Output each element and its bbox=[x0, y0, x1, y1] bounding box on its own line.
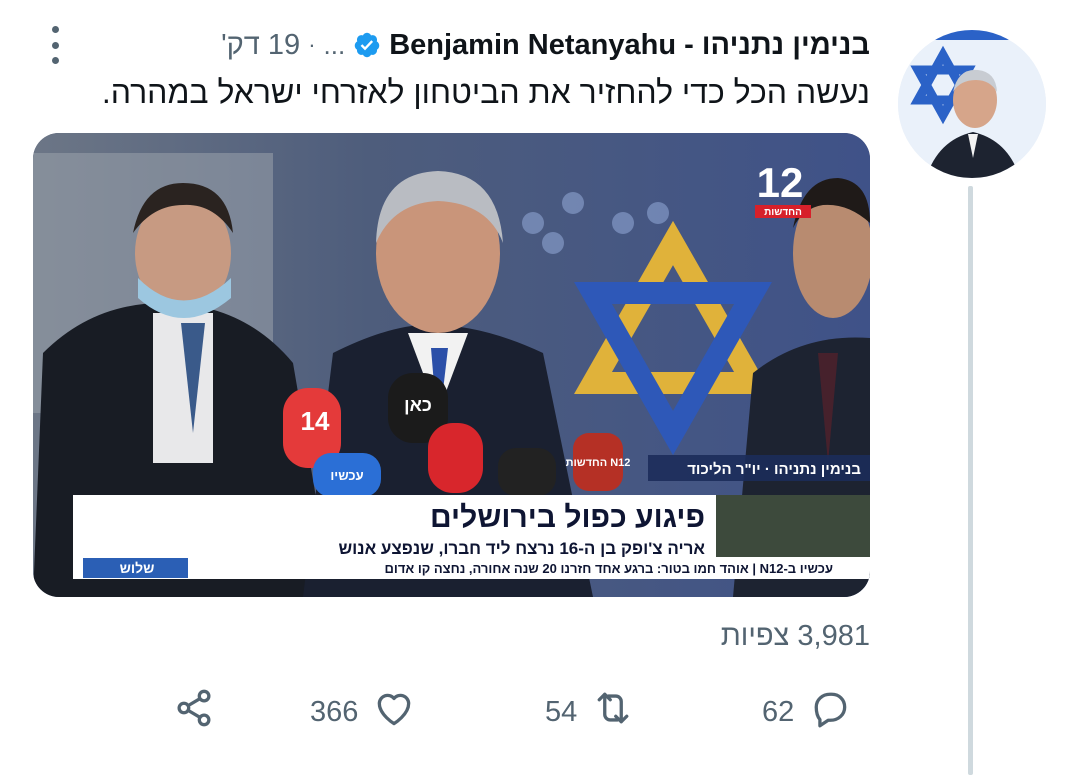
speaker-caption: בנימין נתניהו · יו"ר הליכוד bbox=[687, 461, 861, 478]
share-icon bbox=[172, 686, 216, 738]
channel-logo-sub: החדשות bbox=[764, 207, 802, 218]
video-subheadline: אריה צ'ופק בן ה-16 נרצח ליד חברו, שנפצע … bbox=[338, 539, 705, 558]
view-count: 3,981 צפיות bbox=[720, 620, 870, 652]
reply-count: 62 bbox=[762, 695, 795, 728]
mic-label-n12: N12 החדשות bbox=[566, 457, 631, 469]
more-icon[interactable] bbox=[40, 26, 70, 64]
retweet-button[interactable]: 54 bbox=[545, 688, 635, 736]
like-count: 366 bbox=[310, 695, 359, 728]
retweet-icon bbox=[591, 686, 635, 738]
share-button[interactable] bbox=[172, 688, 216, 736]
retweet-count: 54 bbox=[545, 695, 578, 728]
video-headline: פיגוע כפול בירושלים bbox=[430, 501, 705, 534]
reply-icon bbox=[808, 686, 852, 738]
thread-line bbox=[968, 186, 973, 775]
channel-logo-number: 12 bbox=[757, 159, 804, 206]
header-separator: · bbox=[308, 32, 316, 57]
mic-label-14: 14 bbox=[301, 406, 330, 436]
author-avatar[interactable] bbox=[898, 30, 1046, 178]
mic-label-now: עכשיו bbox=[330, 468, 363, 483]
tweet-timestamp[interactable]: 19 דק' bbox=[221, 29, 300, 62]
corner-logo: שלוש bbox=[120, 560, 155, 576]
video-player[interactable]: 14 כאן עכשיו N12 החדשות 12 החדשות בנימין… bbox=[33, 133, 870, 597]
like-icon bbox=[372, 686, 416, 738]
like-button[interactable]: 366 bbox=[310, 688, 416, 736]
author-name[interactable]: בנימין נתניהו - Benjamin Netanyahu bbox=[389, 29, 870, 62]
tweet-text: נעשה הכל כדי להחזיר את הביטחון לאזרחי יש… bbox=[101, 74, 870, 110]
reply-button[interactable]: 62 bbox=[762, 688, 852, 736]
tweet-header: בנימין נתניהו - Benjamin Netanyahu ... ·… bbox=[221, 24, 870, 66]
video-frame: 14 כאן עכשיו N12 החדשות 12 החדשות בנימין… bbox=[33, 133, 870, 597]
mic-label-kan: כאן bbox=[404, 395, 432, 415]
video-ticker: עכשיו ב-N12 | אוהד חמו בטור: ברגע אחד חז… bbox=[385, 561, 833, 576]
header-ellipsis: ... bbox=[323, 29, 346, 60]
verified-badge-icon bbox=[353, 31, 381, 59]
